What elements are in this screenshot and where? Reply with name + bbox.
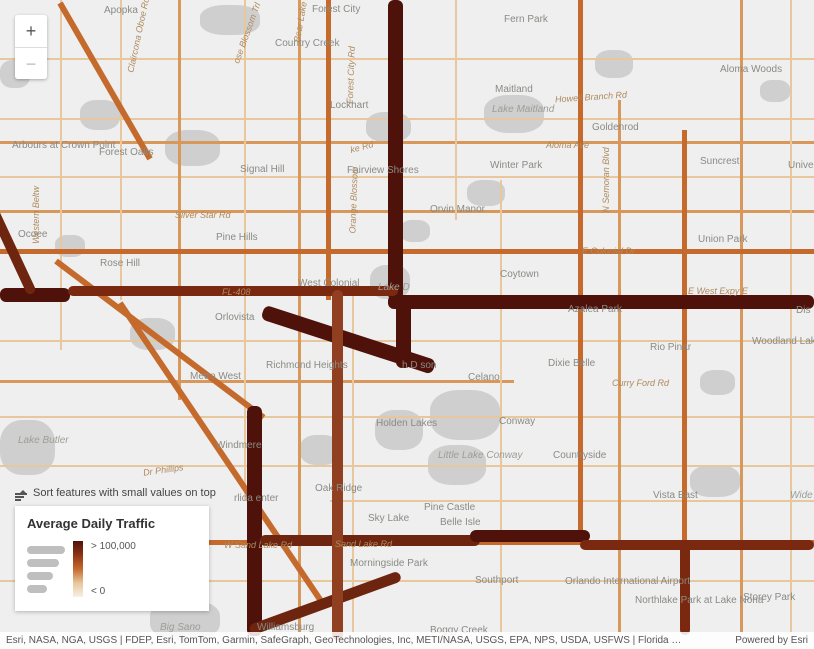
place-label: Fern Park	[504, 14, 548, 25]
road	[455, 0, 457, 220]
road	[790, 0, 792, 632]
road-label: Claircona Oboe Rd	[125, 0, 151, 73]
road	[682, 130, 687, 550]
road-label: Howell Branch Rd	[555, 89, 628, 104]
place-label: Signal Hill	[240, 164, 284, 175]
place-label: Lockhart	[330, 100, 368, 111]
road	[0, 465, 814, 467]
place-label: Maitland	[495, 84, 533, 95]
place-label: Northlake Park at Lake Nona	[635, 595, 763, 606]
sort-hint[interactable]: Sort features with small values on top	[15, 487, 216, 499]
road	[0, 118, 814, 120]
place-label: Storey Park	[743, 592, 795, 603]
place-label: Forest City	[312, 4, 360, 15]
legend-title: Average Daily Traffic	[27, 516, 197, 531]
lake	[200, 5, 260, 35]
legend: Average Daily Traffic > 100,000 < 0	[15, 506, 209, 611]
road	[578, 0, 583, 540]
attribution-bar: Esri, NASA, NGA, USGS | FDEP, Esri, TomT…	[0, 632, 814, 649]
highway	[388, 295, 814, 309]
road	[0, 58, 814, 60]
road	[326, 0, 331, 300]
place-label: Pine Castle	[424, 502, 475, 513]
legend-min-label: < 0	[91, 586, 136, 597]
highway	[68, 286, 398, 296]
place-label: Aloma Woods	[720, 64, 782, 75]
place-label: Winter Park	[490, 160, 542, 171]
highway	[388, 0, 403, 300]
place-label: Dixie Belle	[548, 358, 595, 369]
road	[618, 100, 621, 632]
place-label: Goldenrod	[592, 122, 639, 133]
lake	[430, 390, 500, 440]
road	[500, 180, 502, 632]
road-label: N Semoran Blvd	[601, 147, 611, 213]
road	[57, 2, 152, 161]
lake	[595, 50, 633, 78]
road-label: Western Beltw	[31, 186, 41, 244]
zoom-control: + −	[15, 15, 47, 79]
road	[0, 249, 814, 254]
highway	[260, 535, 480, 546]
lake	[80, 100, 120, 130]
lake	[700, 370, 735, 395]
lake	[760, 80, 790, 102]
road-label: Forest City Rd	[345, 46, 357, 104]
road	[0, 141, 814, 144]
legend-color-ramp	[73, 541, 83, 597]
lake	[484, 95, 544, 133]
road	[0, 416, 814, 418]
place-label: Orlovista	[215, 312, 254, 323]
place-label: Belle Isle	[440, 517, 481, 528]
road	[178, 0, 181, 400]
highway	[680, 545, 690, 635]
highway	[580, 540, 814, 550]
lake	[165, 130, 220, 166]
zoom-in-button[interactable]: +	[15, 15, 47, 47]
place-label: Morningside Park	[350, 558, 428, 569]
place-label: Ocoee	[18, 229, 47, 240]
road	[0, 380, 514, 383]
highway	[332, 290, 343, 640]
road	[740, 0, 743, 632]
road-label: Bear Lake Rd	[292, 0, 311, 43]
road	[0, 176, 814, 178]
place-label: Suncrest	[700, 156, 739, 167]
zoom-out-button[interactable]: −	[15, 47, 47, 79]
attribution-powered-by[interactable]: Powered by Esri	[735, 635, 808, 646]
road	[0, 210, 814, 213]
place-label: Fairview Shores	[347, 165, 419, 176]
lake	[400, 220, 430, 242]
sort-ascending-icon	[15, 487, 27, 499]
lake	[690, 465, 740, 497]
road	[120, 0, 122, 300]
place-label: Sky Lake	[368, 513, 409, 524]
place-label: Coytown	[500, 269, 539, 280]
sort-hint-label: Sort features with small values on top	[33, 487, 216, 499]
attribution-sources: Esri, NASA, NGA, USGS | FDEP, Esri, TomT…	[6, 635, 686, 646]
legend-max-label: > 100,000	[91, 541, 136, 552]
highway	[247, 406, 262, 636]
highway	[470, 530, 590, 542]
legend-size-bars	[27, 546, 65, 593]
place-label: Pine Hills	[216, 232, 258, 243]
